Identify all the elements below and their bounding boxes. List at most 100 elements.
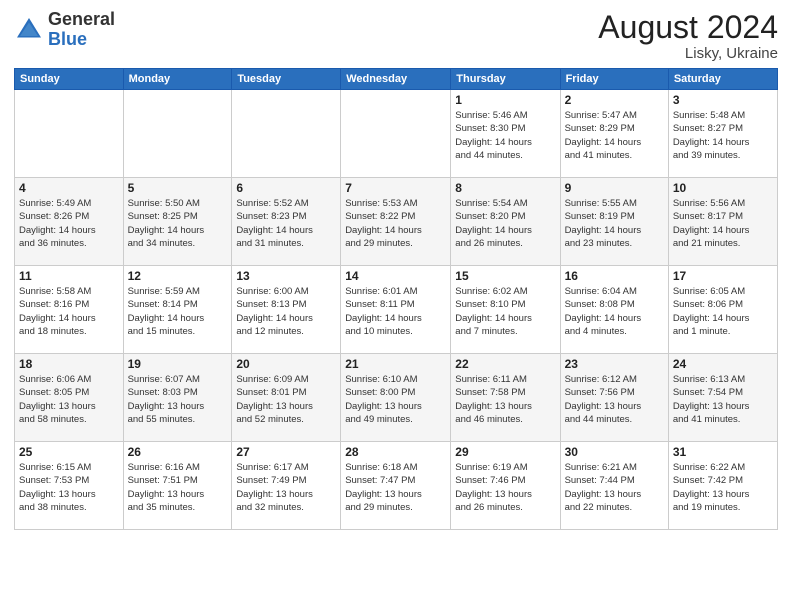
day-info: Sunrise: 5:50 AM Sunset: 8:25 PM Dayligh… xyxy=(128,197,228,250)
day-info: Sunrise: 6:22 AM Sunset: 7:42 PM Dayligh… xyxy=(673,461,773,514)
day-info: Sunrise: 5:52 AM Sunset: 8:23 PM Dayligh… xyxy=(236,197,336,250)
col-saturday: Saturday xyxy=(668,69,777,90)
day-info: Sunrise: 6:09 AM Sunset: 8:01 PM Dayligh… xyxy=(236,373,336,426)
logo-icon xyxy=(14,15,44,45)
table-row: 8 Sunrise: 5:54 AM Sunset: 8:20 PM Daylig… xyxy=(451,178,560,266)
logo-blue: Blue xyxy=(48,29,87,49)
calendar-body: 1Sunrise: 5:46 AM Sunset: 8:30 PM Daylig… xyxy=(15,90,778,530)
day-info: Sunrise: 6:21 AM Sunset: 7:44 PM Dayligh… xyxy=(565,461,664,514)
table-row: 11 Sunrise: 5:58 AM Sunset: 8:16 PM Dayli… xyxy=(15,266,124,354)
day-number: 14 xyxy=(345,269,446,283)
day-info: Sunrise: 6:18 AM Sunset: 7:47 PM Dayligh… xyxy=(345,461,446,514)
day-number: 12 xyxy=(128,269,228,283)
table-row: 30Sunrise: 6:21 AM Sunset: 7:44 PM Dayli… xyxy=(560,442,668,530)
table-row: 5Sunrise: 5:50 AM Sunset: 8:25 PM Daylig… xyxy=(123,178,232,266)
table-row: 1Sunrise: 5:46 AM Sunset: 8:30 PM Daylig… xyxy=(451,90,560,178)
page: General Blue August 2024 Lisky, Ukraine … xyxy=(0,0,792,612)
day-info: Sunrise: 6:15 AM Sunset: 7:53 PM Dayligh… xyxy=(19,461,119,514)
table-row: 21 Sunrise: 6:10 AM Sunset: 8:00 PM Dayli… xyxy=(341,354,451,442)
day-number: 19 xyxy=(128,357,228,371)
day-number: 21 xyxy=(345,357,446,371)
day-number: 16 xyxy=(565,269,664,283)
table-row: 15 Sunrise: 6:02 AM Sunset: 8:10 PM Dayli… xyxy=(451,266,560,354)
col-thursday: Thursday xyxy=(451,69,560,90)
day-number: 7 xyxy=(345,181,446,195)
table-row: 3 Sunrise: 5:48 AM Sunset: 8:27 PM Daylig… xyxy=(668,90,777,178)
day-number: 22 xyxy=(455,357,555,371)
day-number: 3 xyxy=(673,93,773,107)
day-info: Sunrise: 6:10 AM Sunset: 8:00 PM Dayligh… xyxy=(345,373,446,426)
day-number: 24 xyxy=(673,357,773,371)
day-info: Sunrise: 5:49 AM Sunset: 8:26 PM Dayligh… xyxy=(19,197,119,250)
table-row: 20 Sunrise: 6:09 AM Sunset: 8:01 PM Dayli… xyxy=(232,354,341,442)
logo-text: General Blue xyxy=(48,10,115,50)
table-row: 18 Sunrise: 6:06 AM Sunset: 8:05 PM Dayli… xyxy=(15,354,124,442)
table-row: 2 Sunrise: 5:47 AM Sunset: 8:29 PM Daylig… xyxy=(560,90,668,178)
calendar: Sunday Monday Tuesday Wednesday Thursday… xyxy=(14,68,778,530)
day-info: Sunrise: 6:19 AM Sunset: 7:46 PM Dayligh… xyxy=(455,461,555,514)
table-row: 14 Sunrise: 6:01 AM Sunset: 8:11 PM Dayli… xyxy=(341,266,451,354)
table-row: 12 Sunrise: 5:59 AM Sunset: 8:14 PM Dayli… xyxy=(123,266,232,354)
logo: General Blue xyxy=(14,10,115,50)
day-info: Sunrise: 5:47 AM Sunset: 8:29 PM Dayligh… xyxy=(565,109,664,162)
day-number: 31 xyxy=(673,445,773,459)
header-row: Sunday Monday Tuesday Wednesday Thursday… xyxy=(15,69,778,90)
table-row: 13Sunrise: 6:00 AM Sunset: 8:13 PM Dayli… xyxy=(232,266,341,354)
day-number: 26 xyxy=(128,445,228,459)
day-info: Sunrise: 6:13 AM Sunset: 7:54 PM Dayligh… xyxy=(673,373,773,426)
table-row: 10Sunrise: 5:56 AM Sunset: 8:17 PM Dayli… xyxy=(668,178,777,266)
table-row: 17Sunrise: 6:05 AM Sunset: 8:06 PM Dayli… xyxy=(668,266,777,354)
location: Lisky, Ukraine xyxy=(598,45,778,62)
week-row: 4 Sunrise: 5:49 AM Sunset: 8:26 PM Daylig… xyxy=(15,178,778,266)
week-row: 11 Sunrise: 5:58 AM Sunset: 8:16 PM Dayli… xyxy=(15,266,778,354)
day-number: 20 xyxy=(236,357,336,371)
week-row: 25Sunrise: 6:15 AM Sunset: 7:53 PM Dayli… xyxy=(15,442,778,530)
day-number: 6 xyxy=(236,181,336,195)
day-number: 17 xyxy=(673,269,773,283)
day-info: Sunrise: 5:46 AM Sunset: 8:30 PM Dayligh… xyxy=(455,109,555,162)
col-sunday: Sunday xyxy=(15,69,124,90)
day-number: 18 xyxy=(19,357,119,371)
day-info: Sunrise: 6:01 AM Sunset: 8:11 PM Dayligh… xyxy=(345,285,446,338)
table-row: 4 Sunrise: 5:49 AM Sunset: 8:26 PM Daylig… xyxy=(15,178,124,266)
table-row: 19 Sunrise: 6:07 AM Sunset: 8:03 PM Dayli… xyxy=(123,354,232,442)
day-number: 15 xyxy=(455,269,555,283)
table-row: 7Sunrise: 5:53 AM Sunset: 8:22 PM Daylig… xyxy=(341,178,451,266)
table-row: 25Sunrise: 6:15 AM Sunset: 7:53 PM Dayli… xyxy=(15,442,124,530)
day-info: Sunrise: 6:04 AM Sunset: 8:08 PM Dayligh… xyxy=(565,285,664,338)
day-info: Sunrise: 5:58 AM Sunset: 8:16 PM Dayligh… xyxy=(19,285,119,338)
table-row: 24 Sunrise: 6:13 AM Sunset: 7:54 PM Dayli… xyxy=(668,354,777,442)
day-info: Sunrise: 5:56 AM Sunset: 8:17 PM Dayligh… xyxy=(673,197,773,250)
day-number: 23 xyxy=(565,357,664,371)
day-info: Sunrise: 6:02 AM Sunset: 8:10 PM Dayligh… xyxy=(455,285,555,338)
day-number: 2 xyxy=(565,93,664,107)
week-row: 18 Sunrise: 6:06 AM Sunset: 8:05 PM Dayli… xyxy=(15,354,778,442)
col-friday: Friday xyxy=(560,69,668,90)
calendar-header: Sunday Monday Tuesday Wednesday Thursday… xyxy=(15,69,778,90)
table-row: 23Sunrise: 6:12 AM Sunset: 7:56 PM Dayli… xyxy=(560,354,668,442)
col-monday: Monday xyxy=(123,69,232,90)
day-info: Sunrise: 6:00 AM Sunset: 8:13 PM Dayligh… xyxy=(236,285,336,338)
table-row: 26 Sunrise: 6:16 AM Sunset: 7:51 PM Dayli… xyxy=(123,442,232,530)
day-number: 9 xyxy=(565,181,664,195)
day-number: 8 xyxy=(455,181,555,195)
day-info: Sunrise: 5:54 AM Sunset: 8:20 PM Dayligh… xyxy=(455,197,555,250)
day-info: Sunrise: 6:06 AM Sunset: 8:05 PM Dayligh… xyxy=(19,373,119,426)
day-info: Sunrise: 5:48 AM Sunset: 8:27 PM Dayligh… xyxy=(673,109,773,162)
table-row: 6 Sunrise: 5:52 AM Sunset: 8:23 PM Daylig… xyxy=(232,178,341,266)
day-info: Sunrise: 6:17 AM Sunset: 7:49 PM Dayligh… xyxy=(236,461,336,514)
table-row xyxy=(232,90,341,178)
table-row xyxy=(15,90,124,178)
day-number: 29 xyxy=(455,445,555,459)
title-block: August 2024 Lisky, Ukraine xyxy=(598,10,778,62)
table-row xyxy=(123,90,232,178)
header: General Blue August 2024 Lisky, Ukraine xyxy=(14,10,778,62)
day-number: 11 xyxy=(19,269,119,283)
day-number: 27 xyxy=(236,445,336,459)
day-info: Sunrise: 5:55 AM Sunset: 8:19 PM Dayligh… xyxy=(565,197,664,250)
day-info: Sunrise: 5:59 AM Sunset: 8:14 PM Dayligh… xyxy=(128,285,228,338)
day-info: Sunrise: 6:07 AM Sunset: 8:03 PM Dayligh… xyxy=(128,373,228,426)
day-info: Sunrise: 6:16 AM Sunset: 7:51 PM Dayligh… xyxy=(128,461,228,514)
day-number: 4 xyxy=(19,181,119,195)
table-row: 9 Sunrise: 5:55 AM Sunset: 8:19 PM Daylig… xyxy=(560,178,668,266)
